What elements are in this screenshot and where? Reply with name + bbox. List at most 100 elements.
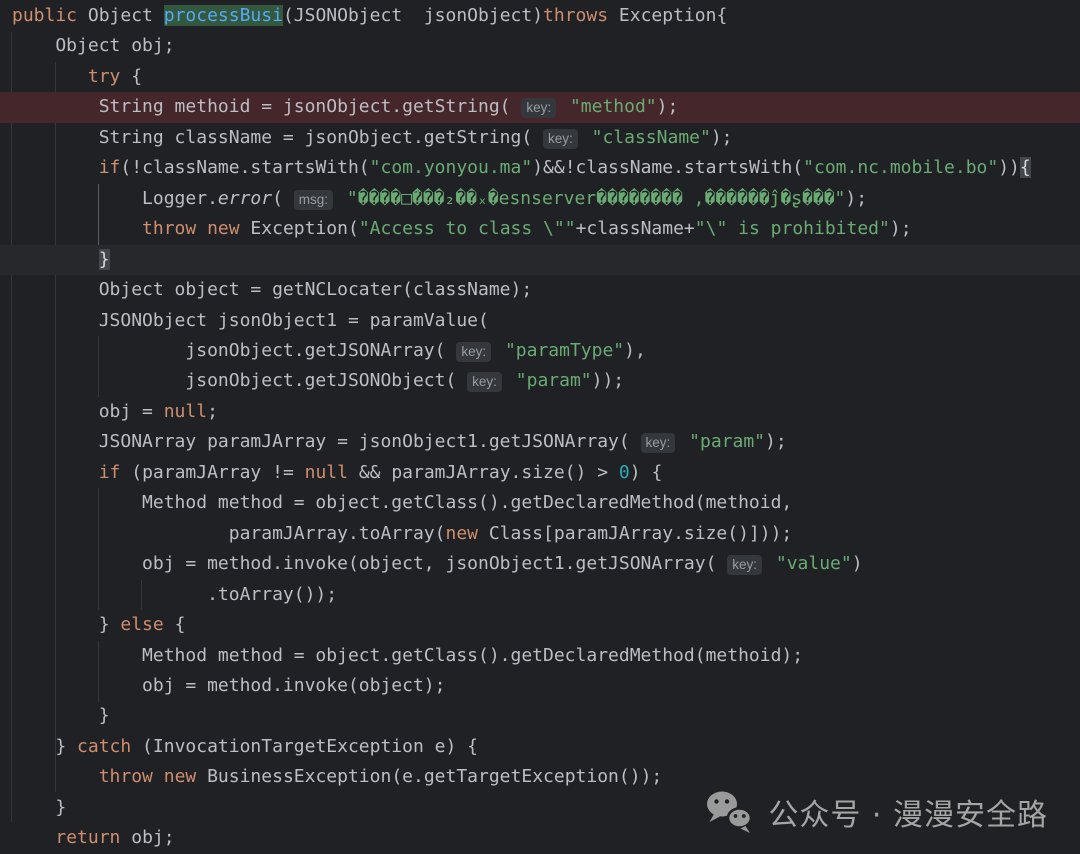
code-token: obj = method.invoke(object, jsonObject1.… (12, 553, 727, 574)
code-token: "paramType" (505, 340, 624, 361)
code-line: } else { (0, 610, 1080, 640)
code-token: )&&!className.startsWith( (532, 157, 803, 178)
code-line: } catch (InvocationTargetException e) { (0, 732, 1080, 762)
code-token: throws (543, 5, 608, 26)
code-token: String methoid = jsonObject.getString( (12, 96, 521, 117)
code-token: null (305, 462, 348, 483)
code-token: { (120, 66, 142, 87)
code-token: +className+ (576, 218, 695, 239)
code-line: Method method = object.getClass().getDec… (0, 641, 1080, 671)
code-line: Logger.error( msg: "����□̃���₂��ₓ�esnser… (0, 184, 1080, 214)
code-token: null (164, 401, 207, 422)
code-line: } (0, 701, 1080, 731)
code-token (581, 127, 592, 148)
code-line: if(!className.startsWith("com.yonyou.ma"… (0, 153, 1080, 183)
code-token: BusinessException(e.getTargetException()… (196, 766, 662, 787)
code-token (12, 827, 55, 848)
code-token: "com.yonyou.ma" (370, 157, 533, 178)
code-token: .toArray()); (12, 584, 337, 605)
code-token: ) { (630, 462, 663, 483)
code-token: { (164, 614, 186, 635)
code-token: ); (890, 218, 912, 239)
wechat-icon (703, 788, 755, 835)
code-token: new (164, 766, 197, 787)
code-token: Class[paramJArray.size()])); (478, 523, 792, 544)
code-token: "param" (689, 431, 765, 452)
code-token: )) (998, 157, 1020, 178)
code-token (12, 249, 99, 270)
code-token (765, 553, 776, 574)
code-token: && paramJArray.size() > (348, 462, 619, 483)
code-token: ); (711, 127, 733, 148)
code-token: "����□̃���₂��ₓ�esnserver�������� ‚������… (347, 188, 846, 209)
code-token: (JSONObject jsonObject) (283, 5, 543, 26)
code-line: if (paramJArray != null && paramJArray.s… (0, 458, 1080, 488)
parameter-hint-chip: msg: (294, 190, 333, 210)
code-token: (paramJArray != (120, 462, 304, 483)
code-token (12, 766, 99, 787)
code-token: jsonObject.getJSONArray( (12, 340, 456, 361)
code-token: ; (207, 401, 218, 422)
code-token: 0 (619, 462, 630, 483)
code-token: } (12, 705, 110, 726)
code-token: jsonObject.getJSONObject( (12, 370, 467, 391)
code-token: if (99, 157, 121, 178)
code-editor[interactable]: public Object processBusi(JSONObject jso… (0, 0, 1080, 853)
parameter-hint-chip: key: (521, 98, 556, 118)
parameter-hint-chip: key: (543, 129, 578, 149)
code-line: jsonObject.getJSONArray( key: "paramType… (0, 336, 1080, 366)
code-token: ); (657, 96, 679, 117)
watermark-text: 公众号 · 漫漫安全路 (768, 790, 1048, 834)
code-token: ), (624, 340, 646, 361)
code-token: public (12, 5, 77, 26)
code-token: else (120, 614, 163, 635)
code-line: } (0, 245, 1080, 275)
code-token: Object obj; (12, 35, 175, 56)
code-token: "\" is prohibited" (695, 218, 890, 239)
code-token: paramJArray.toArray( (12, 523, 445, 544)
code-token: throw (99, 766, 153, 787)
code-token (12, 218, 142, 239)
code-token: (!className.startsWith( (120, 157, 369, 178)
code-token (12, 66, 88, 87)
code-token (12, 157, 99, 178)
code-token: error (218, 188, 272, 209)
code-token (336, 188, 347, 209)
code-line: Object obj; (0, 31, 1080, 61)
code-token (196, 218, 207, 239)
code-token: "method" (570, 96, 657, 117)
code-token: return (55, 827, 120, 848)
code-line: JSONObject jsonObject1 = paramValue( (0, 306, 1080, 336)
code-line: jsonObject.getJSONObject( key: "param"))… (0, 366, 1080, 396)
code-token: new (445, 523, 478, 544)
code-line: Object object = getNCLocater(className); (0, 275, 1080, 305)
code-token: throw (142, 218, 196, 239)
code-token (153, 766, 164, 787)
parameter-hint-chip: key: (456, 342, 491, 362)
parameter-hint-chip: key: (467, 372, 502, 392)
code-token (678, 431, 689, 452)
code-line: obj = method.invoke(object, jsonObject1.… (0, 549, 1080, 579)
code-token: new (207, 218, 240, 239)
code-token: processBusi (164, 5, 283, 26)
code-line: paramJArray.toArray(new Class[paramJArra… (0, 519, 1080, 549)
code-token: Exception{ (608, 5, 727, 26)
code-token: )); (592, 370, 625, 391)
code-token: if (99, 462, 121, 483)
code-token (494, 340, 505, 361)
code-line: JSONArray paramJArray = jsonObject1.getJ… (0, 427, 1080, 457)
code-token: ( (272, 188, 294, 209)
code-token: obj; (120, 827, 174, 848)
code-token: Object (77, 5, 164, 26)
code-token: "Access to class \"" (359, 218, 576, 239)
code-line: String methoid = jsonObject.getString( k… (0, 92, 1080, 122)
code-token: "value" (776, 553, 852, 574)
code-token: ) (852, 553, 863, 574)
code-token: } (12, 736, 77, 757)
code-token: obj = (12, 401, 164, 422)
code-token: ); (845, 188, 867, 209)
code-token (12, 462, 99, 483)
code-line: throw new Exception("Access to class \""… (0, 214, 1080, 244)
parameter-hint-chip: key: (727, 555, 762, 575)
code-token: Exception( (240, 218, 359, 239)
